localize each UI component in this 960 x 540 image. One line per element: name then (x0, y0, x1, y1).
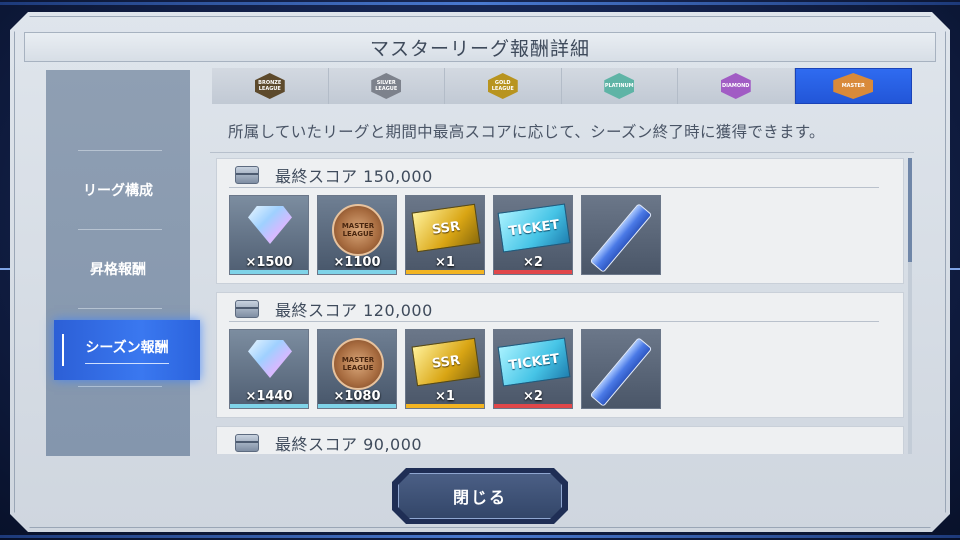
score-tier-header: 最終スコア 150,000 (235, 164, 433, 186)
badge-text: MASTER (841, 83, 865, 89)
reward-quantity: ×2 (523, 389, 543, 404)
rarity-strip (494, 404, 572, 408)
gem-icon (248, 206, 292, 244)
reward-item-ssr-ticket[interactable]: SSR ×1 (405, 329, 485, 409)
bronze-league-badge-icon: BRONZE LEAGUE (254, 73, 285, 99)
sidebar-item-league-composition[interactable]: リーグ構成 (46, 170, 190, 210)
gem-icon (248, 340, 292, 378)
reward-item-ticket[interactable]: TICKET ×2 (493, 195, 573, 275)
reward-quantity: ×1 (435, 255, 455, 270)
sidebar-item-season-reward[interactable]: シーズン報酬 (54, 320, 200, 380)
league-tabs: BRONZE LEAGUE SILVER LEAGUE GOLD LEAGUE … (212, 68, 912, 104)
tab-diamond-league[interactable]: DIAMOND (678, 68, 795, 104)
sidebar-item-label: シーズン報酬 (85, 337, 169, 364)
reward-list[interactable]: 最終スコア 150,000 ×1500 MASTER LEAGUE ×1100 … (216, 158, 906, 454)
blue-bar-item-icon (589, 203, 653, 273)
description-divider (210, 152, 914, 153)
reward-quantity: ×1440 (245, 389, 293, 404)
reward-description: 所属していたリーグと期間中最高スコアに応じて、シーズン終了時に獲得できます。 (228, 123, 825, 141)
master-medal-icon: MASTER LEAGUE (332, 204, 384, 256)
score-tier-header: 最終スコア 90,000 (235, 432, 422, 454)
sidebar-item-label: リーグ構成 (83, 183, 153, 199)
reward-item-blue-bar[interactable] (581, 195, 661, 275)
ticket-art-text: SSR (431, 352, 461, 372)
platinum-league-badge-icon: PLATINUM (604, 73, 635, 99)
score-tier-divider (229, 321, 879, 322)
medal-art-text: MASTER LEAGUE (341, 356, 375, 372)
reward-item-gem[interactable]: ×1500 (229, 195, 309, 275)
tab-master-league[interactable]: MASTER (794, 68, 912, 104)
reward-item-master-medal[interactable]: MASTER LEAGUE ×1080 (317, 329, 397, 409)
badge-text: BRONZE LEAGUE (258, 80, 282, 92)
rarity-strip (406, 270, 484, 274)
frame-bottom-line (0, 535, 960, 538)
close-button[interactable]: 閉じる (398, 473, 562, 519)
reward-quantity: ×1500 (245, 255, 293, 270)
tab-silver-league[interactable]: SILVER LEAGUE (329, 68, 445, 104)
frame-top-line (0, 2, 960, 5)
reward-item-ticket[interactable]: TICKET ×2 (493, 329, 573, 409)
ticket-icon: TICKET (497, 203, 571, 253)
title-bar: マスターリーグ報酬詳細 (24, 32, 936, 62)
badge-text: GOLD LEAGUE (491, 80, 514, 92)
rarity-strip (230, 270, 308, 274)
sidebar-divider (78, 229, 162, 230)
ssr-ticket-icon: SSR (411, 337, 481, 387)
reward-quantity: ×2 (523, 255, 543, 270)
sidebar-item-label: 昇格報酬 (90, 262, 146, 278)
score-tier-label: 最終スコア 150,000 (275, 167, 433, 186)
diamond-league-badge-icon: DIAMOND (720, 73, 751, 99)
ticket-art-text: TICKET (507, 351, 561, 373)
sidebar-item-promotion-reward[interactable]: 昇格報酬 (46, 249, 190, 289)
badge-text: PLATINUM (604, 83, 634, 89)
score-tier-block: 最終スコア 120,000 ×1440 MASTER LEAGUE ×1080 … (216, 292, 904, 418)
badge-text: DIAMOND (722, 83, 750, 89)
close-button-label: 閉じる (452, 488, 507, 507)
score-tier-block: 最終スコア 150,000 ×1500 MASTER LEAGUE ×1100 … (216, 158, 904, 284)
reward-quantity: ×1080 (333, 389, 381, 404)
sidebar: リーグ構成 昇格報酬 (46, 70, 190, 456)
reward-items: ×1440 MASTER LEAGUE ×1080 SSR ×1 TICKET … (229, 329, 661, 409)
tab-gold-league[interactable]: GOLD LEAGUE (445, 68, 562, 104)
chest-icon (235, 300, 259, 318)
ticket-icon: TICKET (497, 337, 571, 387)
score-tier-label: 最終スコア 120,000 (275, 301, 433, 320)
tab-platinum-league[interactable]: PLATINUM (562, 68, 678, 104)
gold-league-badge-icon: GOLD LEAGUE (487, 73, 518, 99)
reward-items: ×1500 MASTER LEAGUE ×1100 SSR ×1 TICKET … (229, 195, 661, 275)
sidebar-divider (78, 386, 162, 387)
master-league-badge-icon: MASTER (833, 73, 874, 99)
reward-item-master-medal[interactable]: MASTER LEAGUE ×1100 (317, 195, 397, 275)
reward-item-ssr-ticket[interactable]: SSR ×1 (405, 195, 485, 275)
reward-item-gem[interactable]: ×1440 (229, 329, 309, 409)
score-tier-header: 最終スコア 120,000 (235, 298, 433, 320)
rarity-strip (406, 404, 484, 408)
sidebar-divider (78, 150, 162, 151)
medal-art-text: MASTER LEAGUE (341, 222, 375, 238)
tab-bronze-league[interactable]: BRONZE LEAGUE (212, 68, 329, 104)
active-marker (62, 334, 64, 366)
silver-league-badge-icon: SILVER LEAGUE (371, 73, 402, 99)
badge-text: SILVER LEAGUE (375, 80, 398, 92)
dialog-title: マスターリーグ報酬詳細 (369, 37, 590, 60)
ssr-ticket-icon: SSR (411, 203, 481, 253)
score-tier-block: 最終スコア 90,000 (216, 426, 904, 454)
reward-item-blue-bar[interactable] (581, 329, 661, 409)
sidebar-divider (78, 308, 162, 309)
master-medal-icon: MASTER LEAGUE (332, 338, 384, 390)
chest-icon (235, 166, 259, 184)
rarity-strip (230, 404, 308, 408)
score-tier-label: 最終スコア 90,000 (275, 435, 423, 454)
scrollbar-thumb[interactable] (908, 158, 912, 262)
blue-bar-item-icon (589, 337, 653, 407)
reward-quantity: ×1 (435, 389, 455, 404)
reward-quantity: ×1100 (333, 255, 381, 270)
score-tier-divider (229, 187, 879, 188)
ticket-art-text: SSR (431, 218, 461, 238)
rarity-strip (318, 270, 396, 274)
ticket-art-text: TICKET (507, 217, 561, 239)
rarity-strip (318, 404, 396, 408)
rarity-strip (494, 270, 572, 274)
chest-icon (235, 434, 259, 452)
